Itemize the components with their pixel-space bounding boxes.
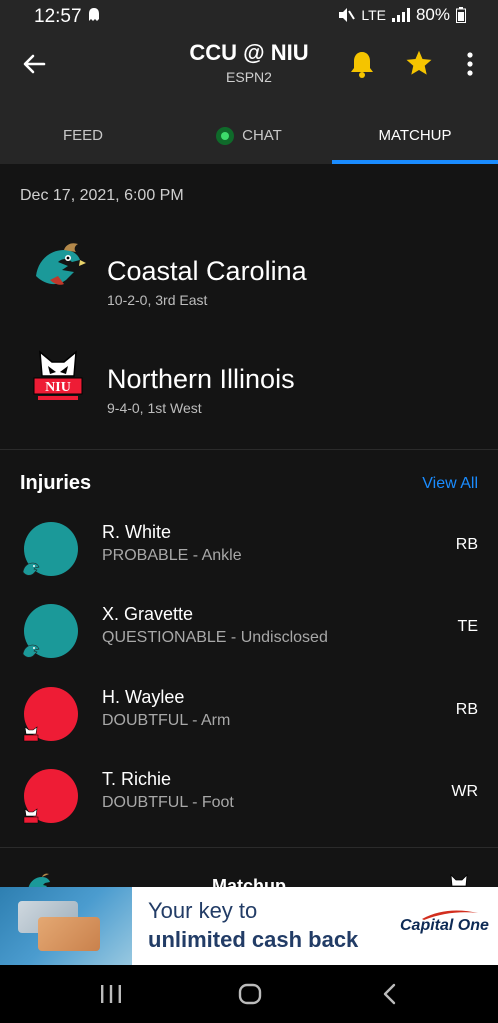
team-name: Northern Illinois (107, 364, 295, 394)
ad-headline: Your key to (148, 898, 258, 923)
matchup-content: Dec 17, 2021, 6:00 PM Coastal Carolina 1… (0, 164, 498, 887)
system-nav-bar (0, 965, 498, 1023)
status-indicators: LTE 80% (337, 5, 466, 25)
huskie-logo-icon (23, 808, 39, 824)
player-name: H. Waylee (102, 687, 185, 707)
team-coastal-carolina[interactable]: Coastal Carolina 10-2-0, 3rd East (0, 236, 498, 336)
injury-row[interactable]: H. Waylee DOUBTFUL - Arm RB (0, 687, 498, 769)
live-indicator-icon (216, 127, 235, 146)
huskie-logo-icon (23, 726, 39, 742)
credit-card-icon (38, 917, 100, 951)
game-date: Dec 17, 2021, 6:00 PM (20, 187, 184, 204)
tab-matchup[interactable]: MATCHUP (332, 108, 498, 164)
matchup-section-title: Matchup (212, 876, 286, 887)
injury-status: DOUBTFUL - Arm (102, 712, 231, 729)
injuries-title: Injuries (20, 472, 92, 494)
tab-feed-label: FEED (62, 127, 103, 144)
chanticleer-logo-icon (22, 644, 40, 658)
battery-icon (456, 7, 466, 23)
team-record: 9-4-0, 1st West (107, 400, 202, 416)
star-icon[interactable] (405, 49, 433, 77)
notification-icon (89, 8, 99, 21)
player-position: RB (455, 701, 478, 718)
team-name: Coastal Carolina (107, 256, 307, 286)
signal-icon (391, 8, 410, 22)
divider (0, 449, 498, 450)
player-position: WR (451, 783, 478, 800)
divider (0, 847, 498, 848)
injury-row[interactable]: X. Gravette QUESTIONABLE - Undisclosed T… (0, 604, 498, 686)
injury-status: PROBABLE - Ankle (102, 547, 242, 564)
huskie-logo-icon: NIU (33, 350, 83, 400)
tab-bar: FEED CHAT MATCHUP (0, 108, 498, 164)
player-position: RB (455, 536, 478, 553)
app-header: CCU @ NIU ESPN2 (0, 32, 498, 108)
tab-matchup-label: MATCHUP (378, 127, 452, 144)
tab-chat-label: CHAT (242, 127, 282, 144)
ad-subheadline: unlimited cash back (148, 927, 359, 952)
tab-feed[interactable]: FEED (0, 108, 166, 164)
injury-status: QUESTIONABLE - Undisclosed (102, 629, 328, 646)
mute-icon (339, 8, 356, 22)
ad-banner[interactable]: Your key to unlimited cash back Capital … (0, 887, 498, 965)
injury-row[interactable]: T. Richie DOUBTFUL - Foot WR (0, 769, 498, 851)
player-name: X. Gravette (102, 604, 194, 624)
player-name: R. White (102, 522, 172, 542)
more-options-icon[interactable] (462, 51, 478, 77)
battery-percent: 80% (415, 5, 450, 24)
chanticleer-logo-icon (22, 562, 40, 576)
status-bar: 12:57 LTE 80% (0, 0, 498, 32)
status-time: 12:57 (34, 6, 82, 27)
back-icon[interactable] (380, 983, 398, 1005)
injury-status: DOUBTFUL - Foot (102, 794, 234, 811)
svg-text:NIU: NIU (45, 380, 71, 395)
network-type: LTE (361, 7, 386, 23)
home-icon[interactable] (238, 983, 262, 1005)
recent-apps-icon[interactable] (100, 984, 122, 1004)
ad-card-image (0, 887, 132, 965)
view-all-link[interactable]: View All (422, 475, 478, 493)
injury-row[interactable]: R. White PROBABLE - Ankle RB (0, 522, 498, 604)
ad-brand-logo: Capital One (400, 917, 489, 934)
bell-icon[interactable] (349, 50, 375, 78)
team-northern-illinois[interactable]: NIU Northern Illinois 9-4-0, 1st West (0, 344, 498, 444)
tab-chat[interactable]: CHAT (166, 108, 332, 164)
player-position: TE (457, 618, 478, 635)
huskie-logo-icon (450, 873, 468, 887)
team-record: 10-2-0, 3rd East (107, 292, 208, 308)
player-name: T. Richie (102, 769, 172, 789)
chanticleer-logo-icon (36, 243, 86, 285)
